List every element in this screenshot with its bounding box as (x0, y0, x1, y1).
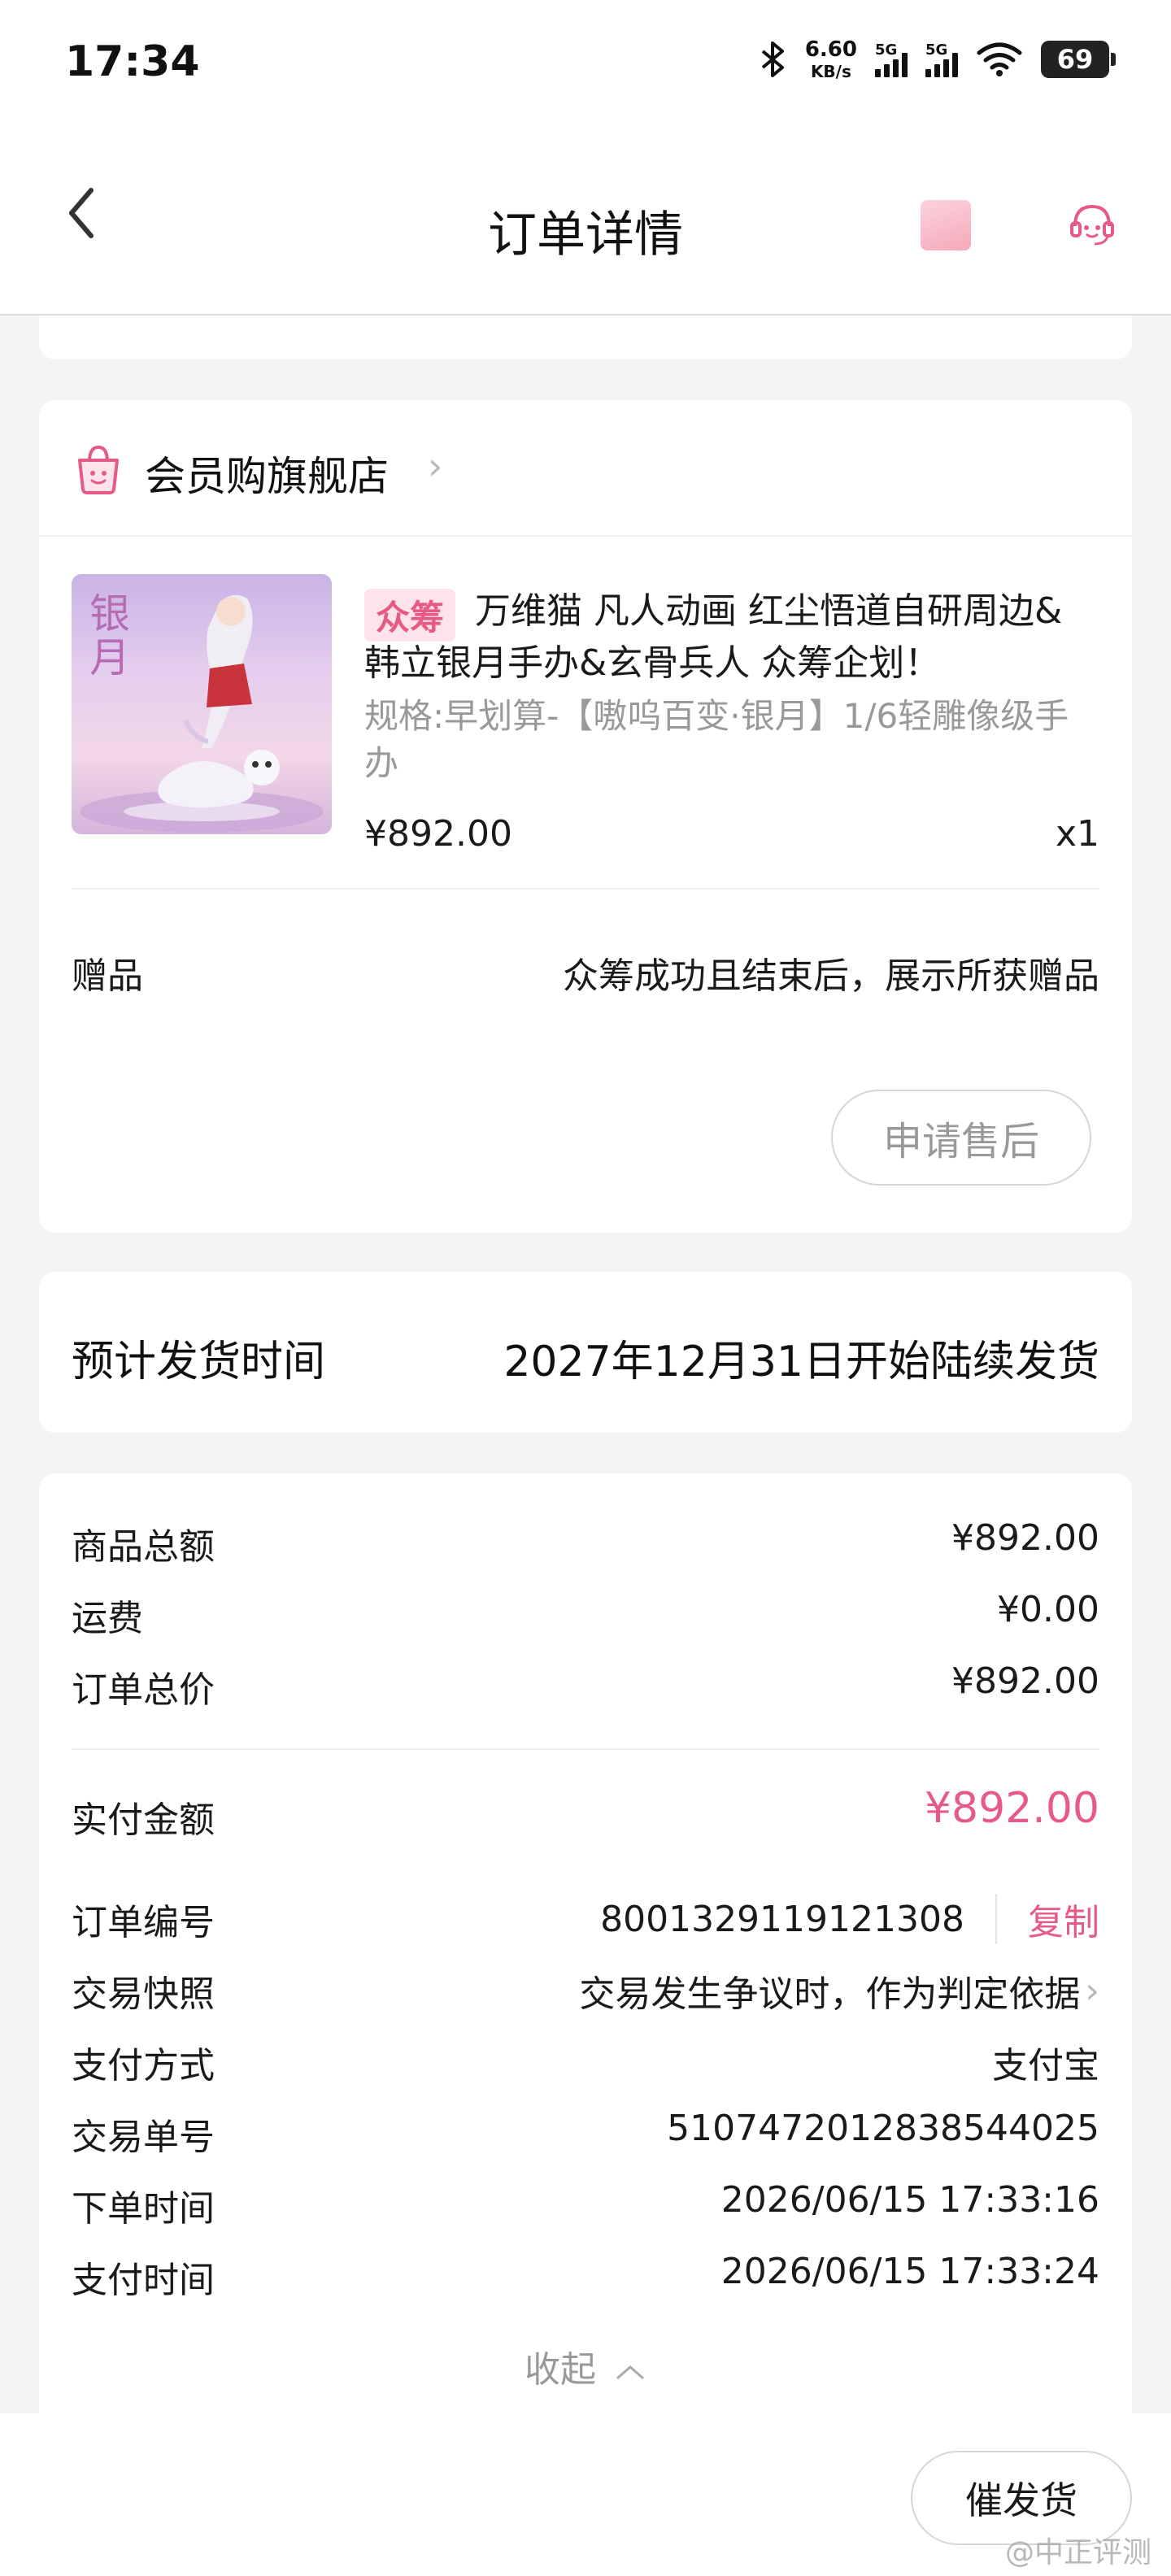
divider (72, 888, 1099, 890)
snapshot-value: 交易发生争议时，作为判定依据 (579, 1973, 1081, 2015)
order-no-row: 8001329119121308 复制 (600, 1893, 1099, 1945)
order-time-label: 下单时间 (72, 2188, 215, 2230)
bottom-action-bar: 催发货 (0, 2413, 1171, 2576)
signal-icon: 5G (875, 41, 908, 77)
order-info-card: 商品总额 ¥892.00 运费 ¥0.00 订单总价 ¥892.00 实付金额 … (39, 1473, 1132, 2449)
goods-total-value: ¥892.00 (951, 1517, 1099, 1559)
divider (72, 1748, 1099, 1750)
copy-button[interactable]: 复制 (1028, 1893, 1099, 1945)
order-total-label: 订单总价 (72, 1669, 215, 1711)
pay-time-label: 支付时间 (72, 2260, 215, 2301)
paid-label: 实付金额 (72, 1799, 215, 1841)
divider (995, 1894, 997, 1944)
ship-time-value: 2027年12月31日开始陆续发货 (503, 1338, 1099, 1386)
goods-total-label: 商品总额 (72, 1526, 215, 1568)
customer-service-button[interactable] (1065, 198, 1119, 252)
status-icons: 6.60 KB/s 5G 5G 69 (760, 37, 1116, 81)
bluetooth-icon (761, 41, 784, 77)
freight-value: ¥0.00 (997, 1589, 1099, 1630)
gift-label: 赠品 (72, 955, 143, 997)
pay-method-value: 支付宝 (992, 2045, 1099, 2086)
svg-text:月: 月 (89, 634, 130, 681)
nav-header: 订单详情 (0, 137, 1171, 315)
collapse-button[interactable]: 收起 (39, 2340, 1132, 2392)
status-time: 17:34 (65, 37, 200, 86)
status-bar: 17:34 6.60 KB/s 5G 5G 69 (0, 0, 1171, 137)
chevron-up-icon (616, 2365, 644, 2380)
product-title[interactable]: 万维猫 凡人动画 红尘悟道自研周边&韩立银月手办&玄骨兵人 众筹企划！ (364, 585, 1096, 690)
freight-label: 运费 (72, 1598, 143, 1639)
promo-sticker-icon[interactable] (921, 200, 971, 250)
product-price: ¥892.00 (364, 813, 512, 855)
store-header[interactable]: 会员购旗舰店 › (39, 400, 1132, 537)
shopping-bag-icon (78, 445, 119, 494)
paid-value: ¥892.00 (924, 1784, 1099, 1833)
order-no-value: 8001329119121308 (600, 1898, 964, 1940)
watermark: @中正评测 (1004, 2536, 1151, 2569)
product-card: 会员购旗舰店 › 银 月 众筹 万维猫 凡人动画 红尘悟道自研周边&韩立银月手办… (39, 400, 1132, 1233)
gift-value: 众筹成功且结束后，展示所获赠品 (563, 955, 1099, 997)
customer-service-icon (1070, 204, 1114, 246)
net-speed: 6.60 KB/s (804, 37, 857, 81)
battery-icon: 69 (1041, 41, 1116, 78)
product-quantity: x1 (1055, 813, 1099, 855)
order-no-label: 订单编号 (72, 1902, 215, 1943)
order-time-value: 2026/06/15 17:33:16 (720, 2179, 1099, 2221)
snapshot-label: 交易快照 (72, 1973, 215, 2015)
chevron-right-icon: › (428, 444, 443, 488)
ship-time-label: 预计发货时间 (72, 1338, 326, 1386)
snapshot-link[interactable]: 交易发生争议时，作为判定依据 › (579, 1965, 1099, 2017)
previous-card-bottom (39, 315, 1132, 359)
trade-no-value: 5107472012838544025 (667, 2108, 1099, 2149)
signal-icon: 5G (925, 41, 958, 77)
trade-no-label: 交易单号 (72, 2117, 215, 2158)
chevron-right-icon: › (1085, 1969, 1099, 2012)
wifi-icon (977, 42, 1022, 76)
collapse-label: 收起 (525, 2349, 596, 2391)
svg-text:银: 银 (89, 590, 130, 637)
pay-time-value: 2026/06/15 17:33:24 (720, 2251, 1099, 2292)
product-thumbnail[interactable]: 银 月 (72, 574, 332, 834)
order-total-value: ¥892.00 (951, 1660, 1099, 1702)
shipping-card: 预计发货时间 2027年12月31日开始陆续发货 (39, 1272, 1132, 1433)
after-sale-button[interactable]: 申请售后 (831, 1090, 1091, 1186)
pay-method-label: 支付方式 (72, 2045, 215, 2086)
store-name: 会员购旗舰店 (145, 453, 389, 500)
page-title: 订单详情 (488, 207, 683, 263)
product-spec: 规格:早划算-【嗷呜百变·银月】1/6轻雕像级手办 (364, 696, 1069, 783)
